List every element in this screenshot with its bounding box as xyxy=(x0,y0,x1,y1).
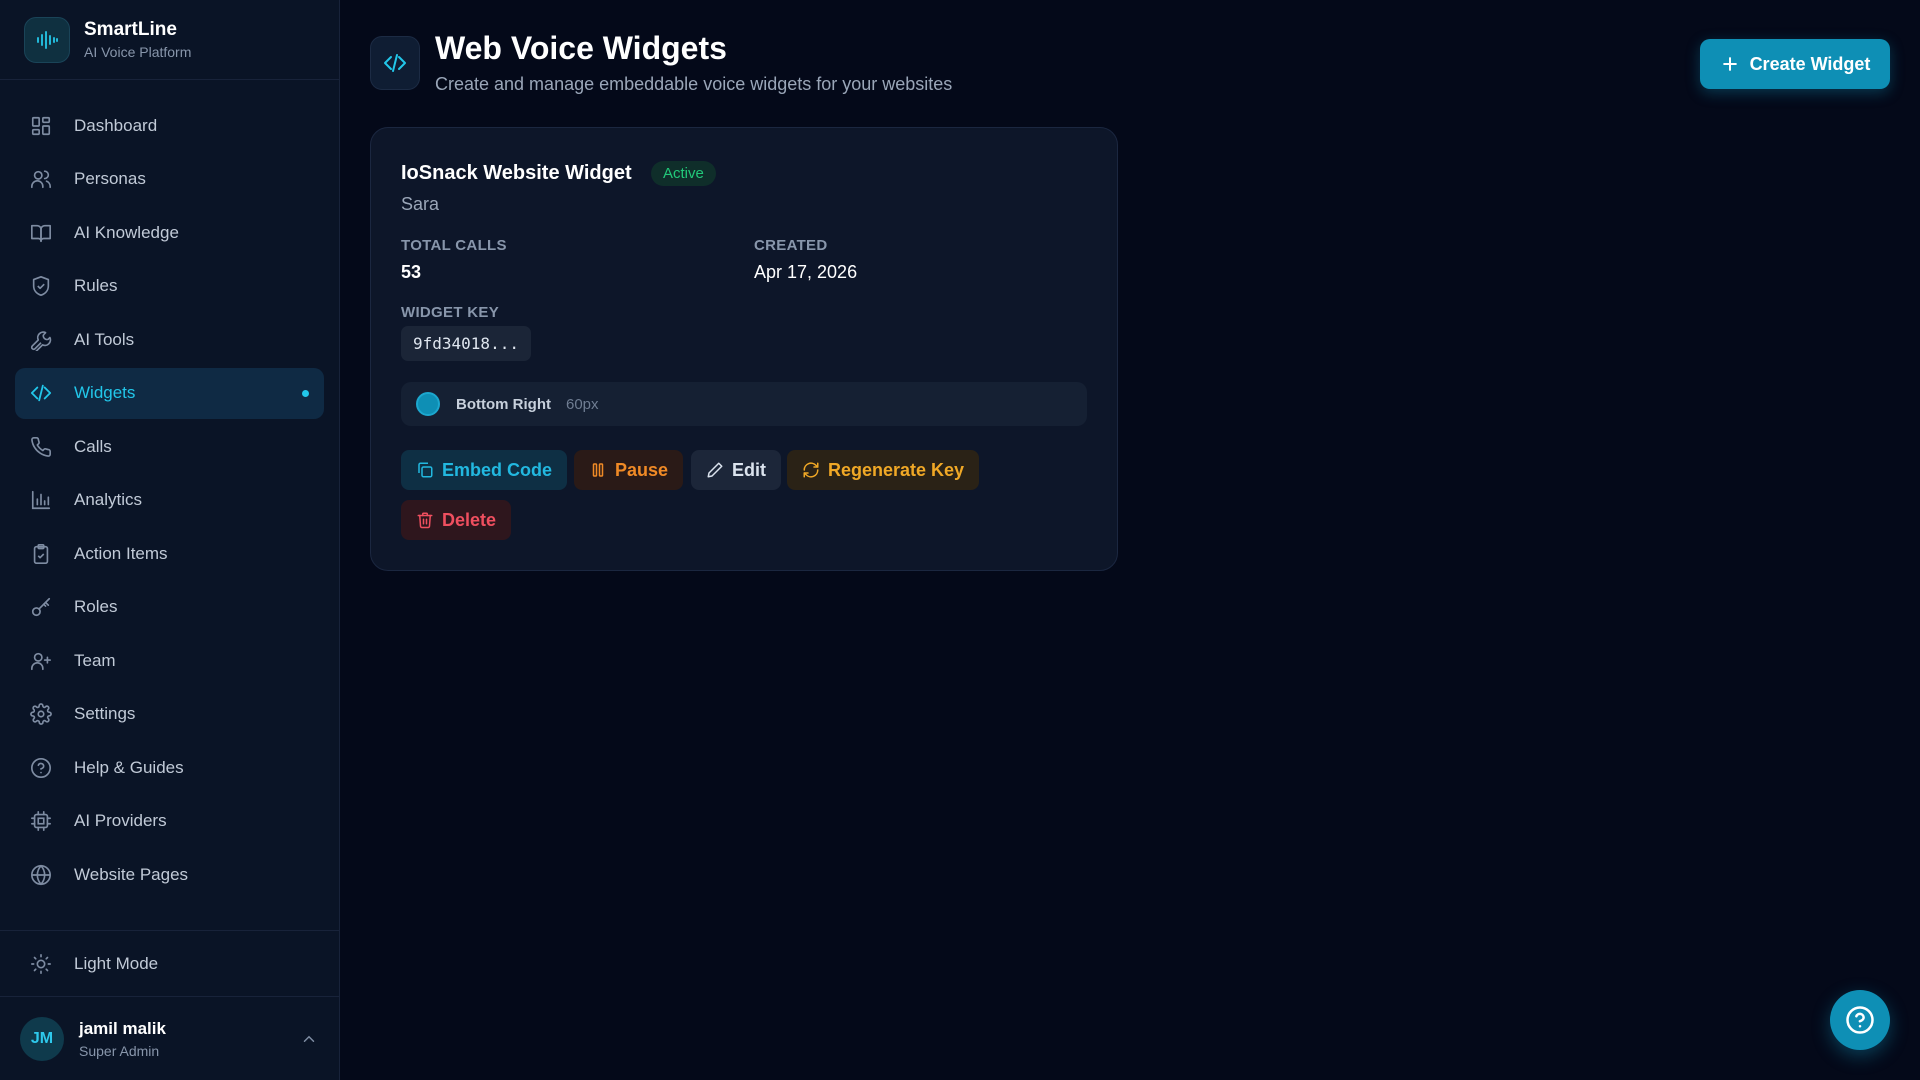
sidebar-item-label: Widgets xyxy=(74,383,136,402)
edit-button[interactable]: Edit xyxy=(691,450,781,490)
sidebar-item-label: Action Items xyxy=(74,543,168,563)
pause-button[interactable]: Pause xyxy=(574,450,684,490)
embed-code-label: Embed Code xyxy=(442,459,553,480)
widget-position-info: Bottom Right 60px xyxy=(401,382,1087,426)
sidebar-item-label: Help & Guides xyxy=(74,757,184,777)
sun-icon xyxy=(30,953,52,975)
trash-icon xyxy=(417,512,433,529)
sidebar-item-rules[interactable]: Rules xyxy=(15,261,324,312)
sidebar-item-action-items[interactable]: Action Items xyxy=(15,528,324,579)
edit-label: Edit xyxy=(732,459,766,480)
key-icon xyxy=(30,596,52,618)
sidebar-item-roles[interactable]: Roles xyxy=(15,582,324,633)
sidebar-nav: Dashboard Personas AI Knowledge Rules AI… xyxy=(0,80,339,900)
widget-persona: Sara xyxy=(401,194,440,214)
sidebar-item-personas[interactable]: Personas xyxy=(15,154,324,205)
sidebar-item-ai-tools[interactable]: AI Tools xyxy=(15,314,324,365)
user-name: jamil malik xyxy=(79,1019,166,1038)
sidebar-item-dashboard[interactable]: Dashboard xyxy=(15,100,324,151)
chevron-up-icon[interactable] xyxy=(300,1030,318,1048)
code-icon xyxy=(30,382,52,404)
brand[interactable]: SmartLine AI Voice Platform xyxy=(0,0,339,80)
dashboard-icon xyxy=(30,115,52,137)
refresh-icon xyxy=(803,462,819,478)
sidebar-item-ai-knowledge[interactable]: AI Knowledge xyxy=(15,207,324,258)
page-subtitle: Create and manage embeddable voice widge… xyxy=(435,74,953,94)
created-label: CREATED xyxy=(754,237,828,254)
cpu-icon xyxy=(30,810,52,832)
widget-card: IoSnack Website Widget Active Sara TOTAL… xyxy=(370,127,1118,571)
total-calls-label: TOTAL CALLS xyxy=(401,237,507,254)
widget-key-label: WIDGET KEY xyxy=(401,304,500,321)
widget-color-swatch xyxy=(416,392,440,416)
help-circle-icon xyxy=(30,757,52,779)
sidebar-item-label: Personas xyxy=(74,169,146,188)
light-mode-label: Light Mode xyxy=(74,953,159,973)
light-mode-toggle[interactable]: Light Mode xyxy=(0,930,340,997)
create-widget-button[interactable]: Create Widget xyxy=(1700,39,1890,89)
gear-icon xyxy=(30,703,52,725)
sidebar-item-help-guides[interactable]: Help & Guides xyxy=(15,742,324,793)
regenerate-key-label: Regenerate Key xyxy=(828,459,965,480)
avatar: JM xyxy=(20,1017,64,1061)
pause-icon xyxy=(592,463,604,477)
pencil-icon xyxy=(707,462,723,478)
sidebar-item-ai-providers[interactable]: AI Providers xyxy=(15,796,324,847)
embed-code-button[interactable]: Embed Code xyxy=(401,450,568,490)
sidebar-item-calls[interactable]: Calls xyxy=(15,421,324,472)
create-widget-label: Create Widget xyxy=(1749,53,1871,74)
delete-label: Delete xyxy=(442,509,497,530)
help-circle-icon xyxy=(1846,1006,1874,1034)
plus-icon xyxy=(1722,57,1737,71)
sidebar-item-label: Website Pages xyxy=(74,864,189,884)
sidebar-item-widgets[interactable]: Widgets xyxy=(15,367,324,419)
book-icon xyxy=(30,222,52,244)
sidebar-item-settings[interactable]: Settings xyxy=(15,689,324,740)
clipboard-icon xyxy=(30,543,52,565)
sidebar-item-label: Calls xyxy=(74,436,112,456)
delete-button[interactable]: Delete xyxy=(401,500,512,540)
bar-chart-icon xyxy=(30,489,52,511)
sidebar-item-label: AI Providers xyxy=(74,811,167,830)
sidebar-item-label: Team xyxy=(74,650,116,670)
help-button[interactable] xyxy=(1830,990,1890,1050)
user-menu[interactable]: JM jamil malik Super Admin xyxy=(0,998,340,1080)
users-icon xyxy=(30,168,52,190)
sidebar-item-label: AI Tools xyxy=(74,329,135,349)
widget-key-value[interactable]: 9fd34018... xyxy=(401,326,531,361)
audio-wave-icon xyxy=(24,16,70,63)
sidebar-item-team[interactable]: Team xyxy=(15,635,324,686)
widget-size: 60px xyxy=(565,395,599,413)
widget-name: IoSnack Website Widget xyxy=(401,162,632,184)
globe-icon xyxy=(30,864,52,886)
code-icon xyxy=(370,36,420,90)
widget-position: Bottom Right xyxy=(456,395,551,413)
user-plus-icon xyxy=(30,650,52,672)
regenerate-key-button[interactable]: Regenerate Key xyxy=(787,450,980,490)
sidebar-item-label: Roles xyxy=(74,597,118,616)
sidebar-item-website-pages[interactable]: Website Pages xyxy=(15,849,324,900)
shield-icon xyxy=(30,275,52,297)
brand-name: SmartLine xyxy=(84,19,177,40)
active-indicator-dot xyxy=(302,389,309,397)
pause-label: Pause xyxy=(615,459,669,480)
sidebar-item-label: AI Knowledge xyxy=(74,222,179,242)
sidebar-item-label: Settings xyxy=(74,704,136,723)
sidebar-item-label: Analytics xyxy=(74,490,143,509)
brand-subtitle: AI Voice Platform xyxy=(84,44,192,60)
total-calls-value: 53 xyxy=(401,262,422,282)
sidebar: SmartLine AI Voice Platform Dashboard Pe… xyxy=(0,0,340,1080)
page-title: Web Voice Widgets xyxy=(435,30,727,66)
created-value: Apr 17, 2026 xyxy=(754,262,858,282)
phone-icon xyxy=(30,436,52,458)
wrench-icon xyxy=(30,329,52,351)
sidebar-item-label: Dashboard xyxy=(74,115,158,135)
user-role: Super Admin xyxy=(79,1043,160,1059)
sidebar-item-analytics[interactable]: Analytics xyxy=(15,475,324,526)
copy-icon xyxy=(418,462,433,478)
status-badge: Active xyxy=(651,161,716,186)
sidebar-item-label: Rules xyxy=(74,276,118,295)
